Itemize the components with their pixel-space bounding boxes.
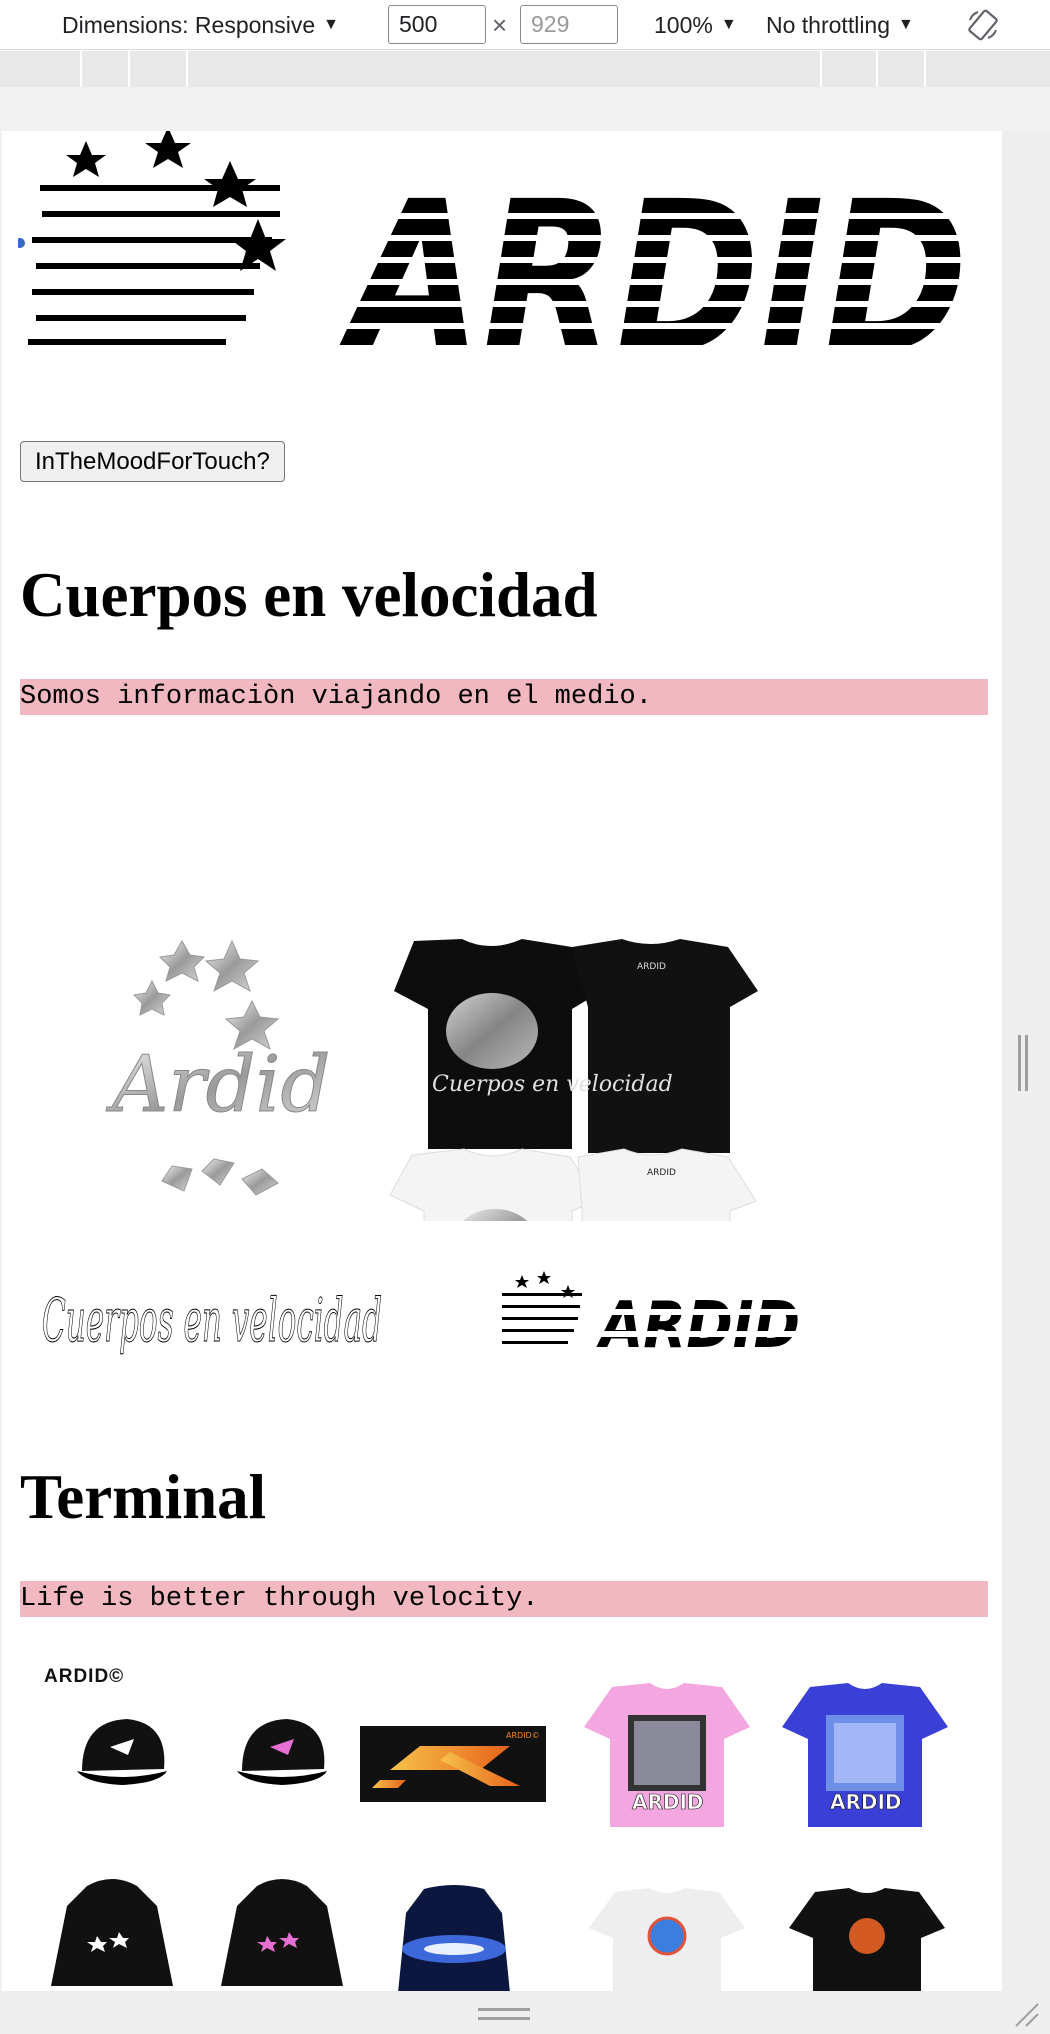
throttling-dropdown[interactable]: No throttling ▼ [766, 9, 914, 41]
throttling-label: No throttling [766, 11, 891, 38]
dimensions-dropdown[interactable]: Dimensions: Responsive ▼ [62, 9, 339, 41]
section-tagline-cuerpos: Somos informaciòn viajando en el medio. [20, 679, 988, 715]
pink-tee-brand: ARDID [632, 1790, 704, 1814]
cuerpos-collection-image: Ardid Ardid ARDID Cuerpos en velocidad C… [106, 939, 758, 1221]
height-input[interactable]: 929 [520, 5, 618, 44]
right-resize-handle[interactable] [1018, 1035, 1028, 1091]
section-tagline-terminal: Life is better through velocity. [20, 1581, 988, 1617]
windbreaker-jacket [398, 1885, 510, 1991]
terminal-brand-mark: ARDID© [44, 1666, 125, 1687]
black-hoodie-white-print [51, 1879, 173, 1986]
section-heading-terminal: Terminal [20, 1462, 267, 1532]
black-hoodie-pink-print [221, 1879, 343, 1986]
bottom-resize-handle[interactable] [478, 2008, 530, 2020]
black-cap-white-logo [77, 1719, 167, 1785]
black-cap-pink-logo [237, 1719, 327, 1785]
black-tee-print-text: Cuerpos en velocidad [432, 1072, 673, 1097]
blue-graphic-tee: ARDID [782, 1683, 948, 1827]
in-the-mood-for-touch-button[interactable]: InTheMoodForTouch? [20, 441, 285, 482]
blue-tee-brand: ARDID [830, 1790, 902, 1814]
orange-logo-banner: ARDID© [360, 1726, 546, 1802]
white-planet-tee [589, 1888, 745, 1991]
media-query-bar[interactable] [0, 51, 1050, 87]
banner-brand-text: ARDID© [506, 1731, 540, 1740]
devtools-toolbar: Dimensions: Responsive ▼ 500 × 929 100% … [0, 0, 1050, 50]
chrome-logo-text-1: Ardid [106, 1040, 330, 1130]
ardid-logo: ARDID [18, 131, 968, 371]
black-planet-tee [789, 1888, 945, 1991]
corner-resize-icon[interactable] [1010, 1998, 1040, 2028]
width-input[interactable]: 500 [388, 5, 486, 44]
ardid-small-logo: ARDID [502, 1271, 800, 1351]
pink-graphic-tee: ARDID [584, 1683, 750, 1827]
chevron-down-icon: ▼ [323, 16, 339, 33]
page-viewport: ARDID InTheMoodForTouch? Cuerpos en velo… [2, 131, 1002, 1991]
dimensions-label: Dimensions: Responsive [62, 11, 316, 38]
script-text: Cuerpos en velocidad [42, 1286, 382, 1356]
chevron-down-icon: ▼ [720, 16, 737, 33]
small-logo-text: ARDID [596, 1289, 800, 1351]
logo-text: ARDID [336, 156, 968, 371]
times-icon: × [492, 10, 508, 40]
cuerpos-script-image: Cuerpos en velocidad [42, 1286, 383, 1357]
zoom-dropdown[interactable]: 100% ▼ [654, 9, 737, 41]
section-heading-cuerpos: Cuerpos en velocidad [20, 560, 598, 630]
rotate-device-icon[interactable] [966, 8, 1000, 42]
black-tee-back-brand: ARDID [637, 962, 666, 972]
chevron-down-icon: ▼ [898, 16, 914, 33]
zoom-label: 100% [654, 11, 713, 38]
white-tee-back-brand: ARDID [647, 1168, 676, 1178]
